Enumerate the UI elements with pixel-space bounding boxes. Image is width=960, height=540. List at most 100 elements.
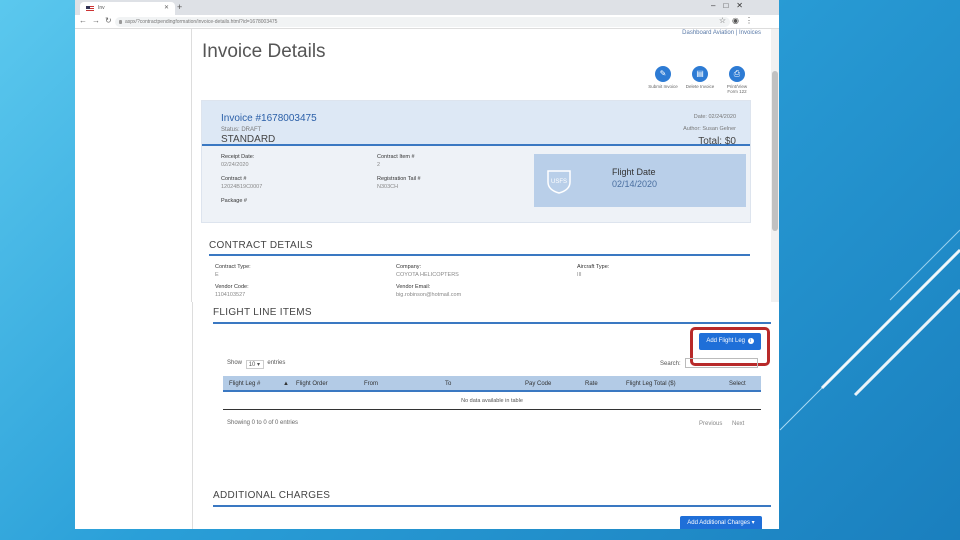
search-label: Search: (660, 361, 681, 367)
field-value: E (215, 272, 219, 278)
flight-line-items-title: FLIGHT LINE ITEMS (213, 307, 312, 318)
scrollbar-thumb[interactable] (772, 71, 778, 231)
shield-text: USFS (551, 179, 567, 185)
next-button[interactable]: Next (732, 421, 744, 427)
field-value: III (577, 272, 582, 278)
field-value: COYOTA HELICOPTERS (396, 272, 459, 278)
tab-title: Inv (98, 5, 105, 11)
field-label: Vendor Code: (215, 284, 249, 290)
invoice-date: Date: 02/24/2020 (693, 114, 736, 120)
invoice-status: Status: DRAFT (221, 127, 262, 133)
pagination: Previous Next (699, 421, 744, 427)
page-title: Invoice Details (202, 41, 326, 62)
action-label: Print/View Form 122 (726, 84, 748, 94)
action-label: Submit Invoice (648, 84, 678, 89)
field-value: 02/24/2020 (221, 162, 249, 168)
column-header[interactable]: Flight Order (296, 381, 328, 387)
column-header[interactable]: From (364, 381, 378, 387)
empty-table-row: No data available in table (223, 394, 761, 410)
column-header[interactable]: Flight Leg # (229, 381, 260, 387)
invoice-type: STANDARD (221, 134, 276, 145)
delete-invoice-button[interactable]: ▤ Delete Invoice (685, 66, 715, 89)
invoice-header: Invoice #1678003475 Status: DRAFT STANDA… (202, 101, 750, 147)
submit-invoice-button[interactable]: ✎ Submit Invoice (648, 66, 678, 89)
top-nav-links[interactable]: Dashboard Aviation | Invoices (682, 30, 761, 36)
column-header[interactable]: Flight Leg Total ($) (626, 381, 676, 387)
section-divider (213, 322, 771, 324)
table-info: Showing 0 to 0 of 0 entries (227, 420, 299, 426)
close-icon[interactable]: ✕ (164, 4, 169, 11)
field-label: Vendor Email: (396, 284, 431, 290)
browser-tabbar: Inv ✕ + –□✕ (75, 0, 779, 15)
left-blank-pane (75, 29, 192, 302)
additional-charges-title: ADDITIONAL CHARGES (213, 490, 331, 501)
section-divider (209, 254, 750, 256)
page-length-value: 10 (248, 362, 256, 368)
invoice-screenshot-top: Inv ✕ + –□✕ ←→↻ aspx/?contractpendingfor… (75, 0, 779, 302)
flight-date-value: 02/14/2020 (612, 179, 658, 189)
contract-type-field: Contract Type: E (215, 264, 251, 278)
aircraft-type-field: Aircraft Type: III (577, 264, 609, 278)
column-header[interactable]: Rate (585, 381, 598, 387)
window-controls[interactable]: –□✕ (711, 1, 751, 10)
contract-item-field: Contract Item # 2 (377, 154, 415, 168)
add-additional-charges-button[interactable]: Add Additional Charges ▾ (680, 516, 762, 529)
sort-icon[interactable]: ▲ (283, 381, 289, 387)
left-blank-pane (75, 302, 193, 529)
new-tab-icon[interactable]: + (177, 2, 182, 12)
address-bar: ←→↻ aspx/?contractpendingformation/invoi… (75, 15, 779, 29)
receipt-date-field: Receipt Date: 02/24/2020 (221, 154, 254, 168)
action-label: Delete Invoice (685, 84, 715, 89)
nav-buttons[interactable]: ←→↻ (79, 16, 117, 25)
document-icon: ▤ (692, 66, 708, 82)
section-divider (213, 505, 771, 507)
field-label: Contract # (221, 176, 247, 182)
browser-tab[interactable]: Inv ✕ (80, 2, 175, 15)
registration-field: Registration Tail # N303CH (377, 176, 421, 190)
invoice-screenshot-bottom: FLIGHT LINE ITEMS Add Flight Leg i Show … (75, 302, 779, 529)
forest-service-shield-icon: USFS (547, 170, 571, 194)
column-header[interactable]: Select (729, 381, 746, 387)
print-icon: ⎙ (729, 66, 745, 82)
flight-line-items-section: FLIGHT LINE ITEMS Add Flight Leg i Show … (194, 302, 779, 529)
table-search: Search: (660, 358, 759, 368)
field-label: Registration Tail # (377, 176, 421, 182)
invoice-number: Invoice #1678003475 (221, 113, 317, 124)
scrollbar[interactable] (771, 29, 779, 302)
print-form-button[interactable]: ⎙ Print/View Form 122 (722, 66, 752, 94)
vendor-email-field: Vendor Email: big.robinson@hotmail.com (396, 284, 461, 298)
contract-details-title: CONTRACT DETAILS (209, 240, 313, 251)
package-field: Package # (221, 198, 247, 204)
field-label: Aircraft Type: (577, 264, 610, 270)
invoice-card: Invoice #1678003475 Status: DRAFT STANDA… (201, 100, 751, 223)
company-field: Company: COYOTA HELICOPTERS (396, 264, 459, 278)
flight-date-panel: USFS Flight Date 02/14/2020 (534, 154, 746, 207)
entries-label: entries (267, 360, 286, 366)
page-content: Dashboard Aviation | Invoices Invoice De… (193, 29, 779, 302)
flag-icon (86, 6, 94, 11)
table-header: Flight Leg # ▲ Flight Order From To Pay … (223, 376, 761, 392)
flight-date-label: Flight Date (612, 167, 656, 177)
browser-toolbar-icons[interactable]: ☆◉⋮ (719, 16, 759, 25)
vendor-code-field: Vendor Code: 1104103527 (215, 284, 249, 298)
field-label: Contract Type: (215, 264, 251, 270)
field-label: Receipt Date: (221, 154, 255, 160)
field-label: Contract Item # (377, 154, 415, 160)
show-label: Show (227, 360, 243, 366)
page-length-select[interactable]: 10 ▾ (245, 360, 264, 369)
field-value: N303CH (377, 184, 399, 190)
edit-icon: ✎ (655, 66, 671, 82)
field-value: 1104103527 (215, 292, 246, 298)
invoice-total: Total: $0 (698, 136, 736, 147)
field-value: 2 (377, 162, 381, 168)
invoice-author: Author: Susan Gelner (683, 126, 736, 132)
field-label: Package # (221, 198, 247, 204)
column-header[interactable]: To (445, 381, 451, 387)
url-field[interactable]: aspx/?contractpendingformation/invoice-d… (115, 17, 730, 27)
search-input[interactable] (685, 358, 759, 368)
field-label: Company: (396, 264, 422, 270)
contract-number-field: Contract # 12024B19C0007 (221, 176, 262, 190)
previous-button[interactable]: Previous (699, 421, 722, 427)
field-value: 12024B19C0007 (221, 184, 263, 190)
column-header[interactable]: Pay Code (525, 381, 551, 387)
